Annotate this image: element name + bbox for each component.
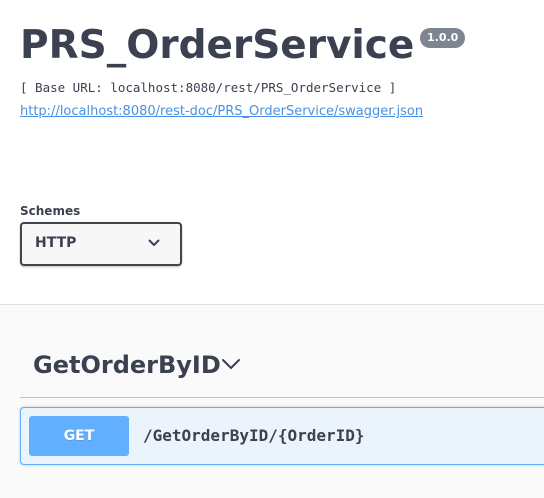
base-url: [ Base URL: localhost:8080/rest/PRS_Orde… bbox=[20, 80, 397, 95]
swagger-json-link[interactable]: http://localhost:8080/rest-doc/PRS_Order… bbox=[20, 104, 423, 120]
operation-path: /GetOrderByID/{OrderID} bbox=[143, 426, 365, 445]
schemes-label: Schemes bbox=[20, 204, 81, 218]
info-section: PRS_OrderService 1.0.0 [ Base URL: local… bbox=[0, 0, 544, 186]
schemes-container: Schemes HTTP bbox=[0, 186, 544, 305]
schemes-selected-value: HTTP bbox=[35, 235, 77, 251]
tag-title: GetOrderByID bbox=[33, 351, 221, 379]
api-title: PRS_OrderService bbox=[20, 23, 415, 68]
chevron-down-icon bbox=[148, 239, 160, 246]
method-badge-get: GET bbox=[29, 416, 129, 456]
tag-section-header[interactable]: GetOrderByID bbox=[20, 341, 544, 398]
schemes-select[interactable]: HTTP bbox=[20, 222, 182, 266]
chevron-down-icon[interactable] bbox=[221, 358, 241, 370]
version-badge: 1.0.0 bbox=[420, 28, 466, 48]
operations-area: GetOrderByID GET /GetOrderByID/{OrderID} bbox=[0, 305, 544, 498]
operation-get-order-by-id[interactable]: GET /GetOrderByID/{OrderID} bbox=[20, 407, 544, 465]
